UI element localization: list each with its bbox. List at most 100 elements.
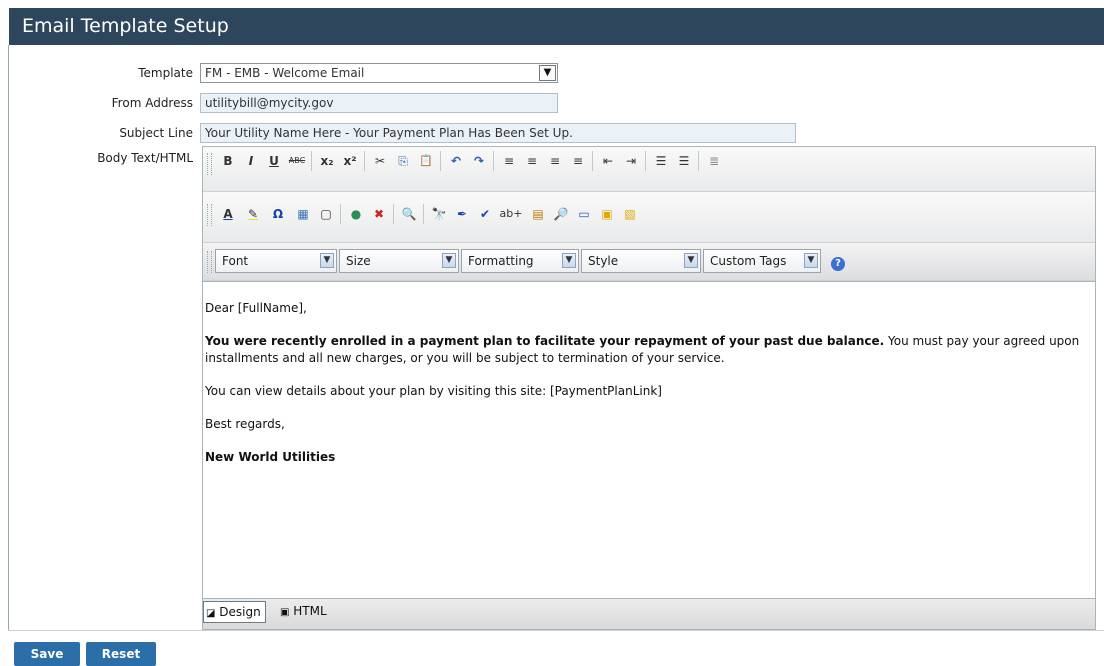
template-select[interactable]: FM - EMB - Welcome Email ▼ xyxy=(200,63,558,83)
align-left-icon[interactable]: ≡ xyxy=(499,151,519,171)
save-button[interactable]: Save xyxy=(14,642,80,666)
subject-line-value: Your Utility Name Here - Your Payment Pl… xyxy=(205,126,573,140)
font-dropdown[interactable]: Font ▼ xyxy=(215,249,337,273)
style-dropdown-label: Style xyxy=(588,254,619,268)
toolbar-grip[interactable] xyxy=(207,204,212,226)
strikethrough-icon[interactable]: ABC xyxy=(287,151,307,171)
insert-table-icon[interactable]: ▦ xyxy=(293,204,313,224)
from-address-field[interactable]: utilitybill@mycity.gov xyxy=(200,93,558,113)
page-title: Email Template Setup xyxy=(9,8,1104,45)
toolbar-separator xyxy=(493,151,494,171)
align-right-icon[interactable]: ≡ xyxy=(545,151,565,171)
tab-design[interactable]: ◪ Design xyxy=(203,601,266,623)
formatting-dropdown[interactable]: Formatting ▼ xyxy=(461,249,579,273)
align-justify-icon[interactable]: ≡ xyxy=(568,151,588,171)
redo-icon[interactable]: ↷ xyxy=(469,151,489,171)
indent-icon[interactable]: ⇥ xyxy=(621,151,641,171)
undo-icon[interactable]: ↶ xyxy=(446,151,466,171)
bold-icon[interactable]: B xyxy=(218,151,238,171)
chevron-down-icon[interactable]: ▼ xyxy=(804,253,818,268)
toolbar-separator xyxy=(364,151,365,171)
remove-link-icon[interactable]: ✖ xyxy=(369,204,389,224)
tab-html-label: HTML xyxy=(293,604,327,618)
toolbar-separator xyxy=(393,204,394,224)
numbered-list-icon[interactable]: ☰ xyxy=(674,151,694,171)
font-color-icon[interactable]: A xyxy=(218,204,238,224)
size-dropdown-label: Size xyxy=(346,254,371,268)
send-backward-icon[interactable]: ▧ xyxy=(620,204,640,224)
toolbar-separator xyxy=(423,204,424,224)
template-select-value: FM - EMB - Welcome Email xyxy=(205,66,365,80)
highlight-color-icon[interactable]: ✎ xyxy=(243,204,263,224)
special-character-icon[interactable]: Ω xyxy=(268,204,288,224)
from-address-value: utilitybill@mycity.gov xyxy=(205,96,334,110)
bring-forward-icon[interactable]: ▣ xyxy=(597,204,617,224)
style-dropdown[interactable]: Style ▼ xyxy=(581,249,701,273)
tab-html[interactable]: ▣ HTML xyxy=(278,601,331,623)
form-element-icon[interactable]: ▭ xyxy=(574,204,594,224)
toolbar-grip[interactable] xyxy=(207,251,212,273)
zoom-icon[interactable]: 🔎 xyxy=(551,204,571,224)
chevron-down-icon[interactable]: ▼ xyxy=(684,253,698,268)
help-icon[interactable]: ? xyxy=(831,257,845,271)
align-center-icon[interactable]: ≡ xyxy=(522,151,542,171)
cut-icon[interactable]: ✂ xyxy=(370,151,390,171)
subject-line-field[interactable]: Your Utility Name Here - Your Payment Pl… xyxy=(200,123,796,143)
editor-mode-bar: ◪ Design ▣ HTML xyxy=(203,599,1095,629)
custom-tags-dropdown-label: Custom Tags xyxy=(710,254,787,268)
copy-icon[interactable]: ⎘ xyxy=(393,151,413,171)
body-paragraph-2: You can view details about your plan by … xyxy=(205,384,662,398)
preview-icon[interactable]: 🔍 xyxy=(399,204,419,224)
font-dropdown-label: Font xyxy=(222,254,249,268)
find-icon[interactable]: 🔭 xyxy=(429,204,449,224)
toolbar-styles: Font ▼ Size ▼ Formatting ▼ Style ▼ Custo… xyxy=(203,243,1095,281)
panel-border-bottom xyxy=(8,630,1104,631)
body-signature: New World Utilities xyxy=(205,450,336,464)
body-paragraph-1: You were recently enrolled in a payment … xyxy=(205,333,1091,367)
rich-text-editor: B I U ABC x₂ x² ✂ ⎘ 📋 ↶ ↷ ≡ ≡ ≡ ≡ ⇤ ⇥ ☰ … xyxy=(202,146,1096,630)
insert-text-icon[interactable]: ab+ xyxy=(497,204,525,224)
superscript-icon[interactable]: x² xyxy=(340,151,360,171)
formatting-dropdown-label: Formatting xyxy=(468,254,534,268)
subject-line-label: Subject Line xyxy=(119,126,193,140)
paste-icon[interactable]: 📋 xyxy=(416,151,436,171)
toolbar-separator xyxy=(592,151,593,171)
body-text-label: Body Text/HTML xyxy=(97,151,193,165)
horizontal-rule-icon[interactable]: ≣ xyxy=(704,151,724,171)
body-closing: Best regards, xyxy=(205,417,285,431)
editor-content-area[interactable]: Dear [FullName], You were recently enrol… xyxy=(203,281,1095,599)
from-address-label: From Address xyxy=(111,96,193,110)
tab-design-label: Design xyxy=(219,605,261,619)
toolbar-separator xyxy=(645,151,646,171)
custom-tags-dropdown[interactable]: Custom Tags ▼ xyxy=(703,249,821,273)
chevron-down-icon[interactable]: ▼ xyxy=(442,253,456,268)
italic-icon[interactable]: I xyxy=(241,151,261,171)
outdent-icon[interactable]: ⇤ xyxy=(598,151,618,171)
chevron-down-icon[interactable]: ▼ xyxy=(562,253,576,268)
panel-border xyxy=(8,45,9,630)
toolbar-separator xyxy=(340,204,341,224)
toolbar-separator xyxy=(311,151,312,171)
paste-from-word-icon[interactable]: ▤ xyxy=(528,204,548,224)
spell-check-icon[interactable]: ✔ xyxy=(475,204,495,224)
bulleted-list-icon[interactable]: ☰ xyxy=(651,151,671,171)
size-dropdown[interactable]: Size ▼ xyxy=(339,249,459,273)
body-paragraph-1-bold: You were recently enrolled in a payment … xyxy=(205,334,885,348)
html-icon: ▣ xyxy=(280,607,290,618)
underline-icon[interactable]: U xyxy=(264,151,284,171)
body-greeting: Dear [FullName], xyxy=(205,301,307,315)
chevron-down-icon[interactable]: ▼ xyxy=(539,65,556,81)
toolbar-grip[interactable] xyxy=(207,153,212,175)
reset-button[interactable]: Reset xyxy=(86,642,156,666)
toolbar-formatting: B I U ABC x₂ x² ✂ ⎘ 📋 ↶ ↷ ≡ ≡ ≡ ≡ ⇤ ⇥ ☰ … xyxy=(203,147,1095,192)
template-label: Template xyxy=(138,66,193,80)
design-icon: ◪ xyxy=(206,608,216,619)
toolbar-insert: A ✎ Ω ▦ ▢ ● ✖ 🔍 🔭 ✒ ✔ ab+ ▤ 🔎 ▭ ▣ ▧ xyxy=(203,192,1095,243)
table-cell-icon[interactable]: ▢ xyxy=(316,204,336,224)
insert-link-icon[interactable]: ● xyxy=(346,204,366,224)
toolbar-separator xyxy=(440,151,441,171)
subscript-icon[interactable]: x₂ xyxy=(317,151,337,171)
format-painter-icon[interactable]: ✒ xyxy=(452,204,472,224)
toolbar-separator xyxy=(698,151,699,171)
chevron-down-icon[interactable]: ▼ xyxy=(320,253,334,268)
